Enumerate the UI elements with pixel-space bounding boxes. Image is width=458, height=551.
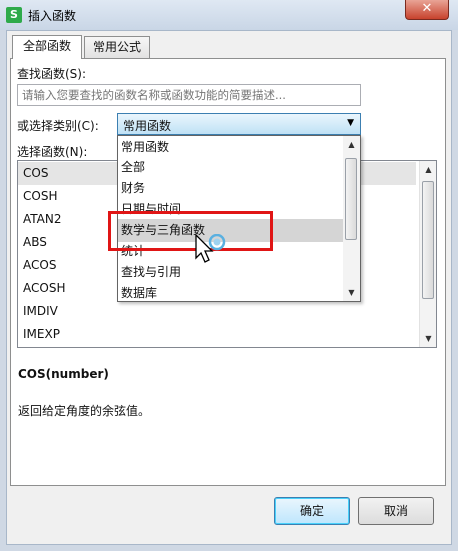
category-select[interactable]: 常用函数 ▼ [117, 113, 361, 135]
list-item[interactable]: IMEXP [18, 323, 416, 346]
dropdown-option[interactable]: 数据库 [118, 282, 344, 301]
dropdown-scrollbar[interactable]: ▲ ▼ [343, 136, 360, 301]
function-syntax: COS(number) [18, 367, 109, 381]
scrollbar-thumb[interactable] [345, 158, 357, 240]
category-label: 或选择类别(C): [17, 119, 99, 133]
dropdown-arrow-icon[interactable]: ▼ [347, 118, 354, 128]
title-bar: S 插入函数 ✕ [0, 0, 458, 30]
wps-spreadsheet-icon: S [6, 7, 22, 23]
function-list-label: 选择函数(N): [17, 145, 88, 159]
dropdown-option[interactable]: 查找与引用 [118, 261, 344, 284]
scroll-up-icon[interactable]: ▲ [420, 161, 436, 178]
dropdown-option[interactable]: 财务 [118, 177, 344, 200]
scrollbar-thumb[interactable] [422, 181, 434, 299]
ok-button[interactable]: 确定 [274, 497, 350, 525]
scroll-down-icon[interactable]: ▼ [420, 330, 436, 347]
tab-common-formulas[interactable]: 常用公式 [84, 36, 150, 58]
scroll-up-icon[interactable]: ▲ [343, 136, 360, 153]
mouse-pointer-icon [195, 234, 226, 263]
search-label: 查找函数(S): [17, 67, 87, 81]
dropdown-option[interactable]: 全部 [118, 156, 344, 179]
annotation-highlight-box [108, 211, 273, 251]
dialog-title: 插入函数 [28, 9, 77, 23]
close-button[interactable]: ✕ [405, 0, 449, 20]
close-icon: ✕ [421, 1, 433, 16]
search-input[interactable] [17, 84, 361, 106]
tab-all-functions[interactable]: 全部函数 [12, 35, 82, 59]
scroll-down-icon[interactable]: ▼ [343, 284, 360, 301]
function-description: 返回给定角度的余弦值。 [18, 404, 151, 418]
cancel-button[interactable]: 取消 [358, 497, 434, 525]
list-item[interactable]: IMDIV [18, 300, 416, 323]
category-selected-value: 常用函数 [123, 119, 172, 133]
function-list-scrollbar[interactable]: ▲ ▼ [419, 161, 436, 347]
